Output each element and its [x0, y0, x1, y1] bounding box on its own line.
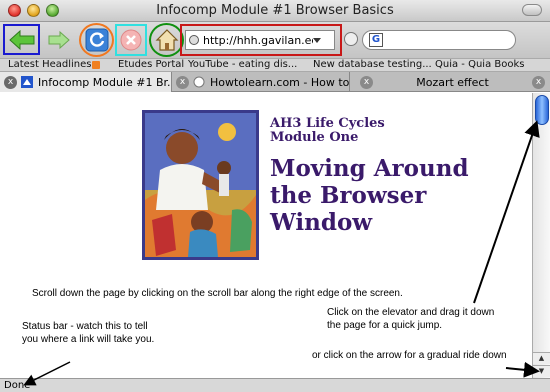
subheading-line: AH3 Life Cycles: [270, 116, 385, 131]
forward-button[interactable]: [44, 26, 74, 53]
tab-close-icon[interactable]: x: [360, 75, 373, 89]
subheading-line: Module One: [270, 130, 359, 145]
tab-label: Infocomp Module #1 Br...: [38, 75, 172, 89]
note-line: Click on the elevator and drag it down: [327, 307, 495, 318]
tab-close-icon[interactable]: x: [4, 75, 17, 89]
scrollbar-thumb[interactable]: [535, 95, 549, 125]
tab-favicon-icon: [193, 76, 205, 88]
stop-button[interactable]: [115, 24, 147, 56]
address-bar-highlight: http://hhh.gavilan.edu: [180, 24, 342, 56]
bookmark-item[interactable]: Quia - Quia Books: [435, 59, 524, 71]
note-line: Status bar - watch this to tell: [22, 321, 148, 332]
reload-button[interactable]: [79, 23, 114, 57]
vertical-scrollbar[interactable]: ▲ ▼: [532, 93, 550, 378]
stop-icon: [120, 29, 142, 51]
heading-line: the Browser: [270, 182, 427, 209]
scroll-up-arrow-icon[interactable]: ▲: [533, 352, 550, 364]
url-text: http://hhh.gavilan.edu: [203, 33, 313, 47]
arrow-note: or click on the arrow for a gradual ride…: [312, 350, 507, 361]
title-bar: Infocomp Module #1 Browser Basics: [0, 0, 550, 22]
tab-infocomp[interactable]: x Infocomp Module #1 Br...: [0, 72, 172, 92]
heading-line: Window: [270, 209, 373, 236]
favicon-icon: [189, 35, 199, 45]
elevator-note: Click on the elevator and drag it down t…: [327, 306, 494, 332]
tab-favicon-icon: [21, 76, 33, 88]
scroll-down-arrow-icon[interactable]: ▼: [533, 365, 550, 377]
bookmark-item[interactable]: YouTube - eating dis...: [188, 59, 297, 71]
new-tab-icon[interactable]: x: [532, 75, 545, 89]
toolbar-toggle-button[interactable]: [522, 4, 542, 16]
rss-icon: [92, 61, 100, 69]
back-arrow-icon: [8, 29, 34, 50]
forward-arrow-icon: [48, 30, 70, 49]
navigation-toolbar: http://hhh.gavilan.edu G: [0, 22, 550, 58]
home-icon: [155, 29, 178, 51]
back-button[interactable]: [3, 24, 40, 55]
tab-label: Mozart effect: [416, 75, 489, 89]
status-bar-note: Status bar - watch this to tell you wher…: [22, 320, 154, 346]
note-line: the page for a quick jump.: [327, 320, 443, 331]
bookmark-item[interactable]: New database testing...: [313, 59, 432, 71]
bookmarks-bar: Latest Headlines Etudes Portal YouTube -…: [0, 58, 550, 72]
life-cycles-illustration: [142, 110, 259, 260]
url-dropdown-icon[interactable]: [313, 36, 321, 44]
tab-mozart[interactable]: x Mozart effect x: [350, 72, 550, 92]
go-button[interactable]: [344, 32, 358, 46]
page-title: Moving Around the Browser Window: [270, 155, 469, 236]
zoom-window-button[interactable]: [46, 4, 59, 17]
bookmark-item[interactable]: Etudes Portal: [118, 59, 184, 71]
home-button[interactable]: [149, 23, 184, 57]
heading-line: Moving Around: [270, 155, 469, 182]
module-subheading: AH3 Life Cycles Module One: [270, 117, 385, 145]
tab-close-icon[interactable]: x: [176, 75, 189, 89]
note-line: you where a link will take you.: [22, 334, 155, 345]
reload-icon: [85, 28, 108, 52]
close-window-button[interactable]: [8, 4, 21, 17]
bookmark-item[interactable]: Latest Headlines: [8, 59, 92, 71]
tab-bar: x Infocomp Module #1 Br... x Howtolearn.…: [0, 72, 550, 92]
status-bar: Done: [0, 378, 550, 392]
scroll-instruction-note: Scroll down the page by clicking on the …: [32, 288, 403, 299]
tab-label: Howtolearn.com - How to ...: [210, 75, 350, 89]
window-title: Infocomp Module #1 Browser Basics: [156, 3, 394, 18]
minimize-window-button[interactable]: [27, 4, 40, 17]
search-input[interactable]: G: [362, 30, 516, 50]
tab-howtolearn[interactable]: x Howtolearn.com - How to ...: [172, 72, 350, 92]
status-text: Done: [4, 380, 31, 391]
search-engine-icon[interactable]: G: [369, 33, 383, 47]
address-bar[interactable]: http://hhh.gavilan.edu: [185, 30, 335, 50]
